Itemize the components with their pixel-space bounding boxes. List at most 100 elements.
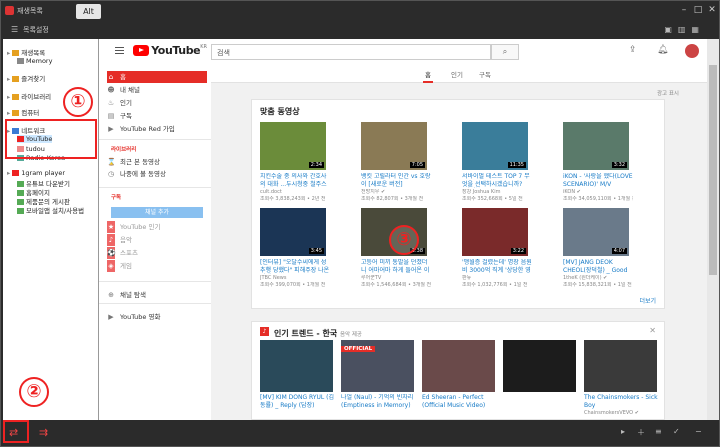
minus-icon[interactable]: − — [695, 427, 702, 436]
menu-icon[interactable] — [115, 47, 124, 54]
nav-item-2[interactable]: ♨ 인기 — [107, 97, 132, 109]
nav-item-label: YouTube Red 가입 — [120, 125, 175, 133]
library-item-0[interactable]: ⌛ 최근 본 동영상 — [107, 156, 160, 168]
video-channel[interactable]: iKON ✔ — [563, 189, 633, 195]
nav-item-3[interactable]: ▤ 구독 — [107, 110, 132, 122]
scrollbar-thumb[interactable] — [709, 65, 717, 275]
subscription-item-1[interactable]: ♪ 음악 — [107, 234, 132, 246]
nav-item-0[interactable]: ⌂ 홈 — [107, 71, 207, 83]
search-button[interactable]: ⌕ — [491, 44, 519, 60]
video-title[interactable]: 치킨수술 중 의사와 간호사의 대화 ...두시청중 철주스 베스 ... — [260, 173, 330, 188]
trending-title[interactable] — [503, 394, 579, 409]
add-icon[interactable]: ＋ — [637, 427, 645, 438]
tree-item-4[interactable]: ▸ 컴퓨터 — [7, 107, 39, 117]
video-title[interactable]: 서바이벌 테스트 TOP 7 무엇을 선택하시겠습니까? [머리분은... — [462, 173, 532, 188]
video-thumbnail[interactable]: 3:22 — [462, 208, 528, 256]
trending-title[interactable]: 나얼 (Naul) - 기억의 빈자리 (Emptiness in Memory… — [341, 394, 417, 409]
check-icon[interactable]: ✓ — [673, 427, 680, 436]
subscription-item-0[interactable]: ★ YouTube 인기 — [107, 221, 160, 233]
nav-item-label: 내 채널 — [120, 86, 141, 94]
video-thumbnail[interactable]: 3:45 — [260, 208, 326, 256]
annotation-box-2 — [3, 420, 29, 443]
video-channel[interactable]: 장강 Joshua Kim — [462, 189, 532, 195]
trending-thumbnail[interactable] — [584, 340, 657, 392]
video-thumbnail[interactable]: 11:35 — [462, 122, 528, 170]
tree-item-3[interactable]: ▸ 라이브러리 — [7, 91, 51, 101]
playlist-icon[interactable]: ≡ — [655, 427, 662, 436]
annotation-circle-1: ① — [63, 87, 93, 117]
tab-home[interactable]: 홈 — [425, 69, 431, 79]
video-thumbnail[interactable]: 7:05 — [361, 122, 427, 170]
youtube-red-icon: ▶ — [108, 125, 114, 133]
subscription-item-3[interactable]: ◈ 게임 — [107, 260, 132, 272]
search-input[interactable]: 검색 — [211, 44, 491, 60]
nav-item-4[interactable]: ▶ YouTube Red 가입 — [107, 123, 175, 135]
recommended-shelf: 맞춤 동영상 더보기 2:34 치킨수술 중 의사와 간호사의 대화 ...두시청… — [251, 99, 665, 309]
minimize-icon[interactable]: – — [677, 4, 691, 16]
scrollbar[interactable] — [707, 39, 719, 420]
trending-title[interactable]: The Chainsmokers - Sick Boy — [584, 394, 660, 409]
bell-icon[interactable]: 🔔︎ — [657, 45, 668, 55]
maximize-icon[interactable]: □ — [691, 4, 705, 16]
expand-icon[interactable]: ▸ — [7, 93, 10, 101]
video-channel[interactable]: 판뉴 — [462, 275, 532, 281]
video-title[interactable]: iKON - '사랑을 했다(LOVE SCENARIO)' M/V — [563, 173, 633, 188]
more-link[interactable]: 더보기 — [639, 296, 656, 305]
video-title[interactable]: [MV] JANG DEOK CHEOL(장덕철) _ Good old day… — [563, 259, 633, 274]
tab-trending[interactable]: 인기 — [451, 69, 463, 79]
close-icon[interactable]: ✕ — [705, 4, 719, 16]
video-meta: 조회수 15,838,321회 • 1일 전 — [563, 282, 632, 288]
close-icon[interactable]: ✕ — [649, 326, 656, 335]
upload-icon[interactable]: ⇪ — [629, 45, 637, 55]
trending-thumbnail[interactable] — [260, 340, 333, 392]
video-meta: 조회수 1,032,776회 • 1일 전 — [462, 282, 528, 288]
youtube-logo[interactable]: YouTubeKR — [133, 44, 207, 58]
active-tab-indicator — [423, 81, 433, 83]
video-title[interactable]: 뱅킷 고릴라터 인간 vs 호랑이 [새로운 버전] — [361, 173, 431, 188]
library-item-label: 나중에 볼 동영상 — [120, 170, 166, 178]
tree-item-13[interactable]: 모바일앱 설치/사용법 — [17, 205, 84, 215]
tree-item-9[interactable]: ▸ 1gram player — [7, 169, 65, 177]
trending-channel[interactable]: ChainsmokersVEVO ✔ — [584, 410, 654, 416]
expand-icon[interactable]: ▸ — [7, 75, 10, 83]
video-channel[interactable]: JTBC News — [260, 275, 330, 281]
tree-item-0[interactable]: ▸ 재생목록 — [7, 47, 45, 57]
trending-thumbnail[interactable] — [503, 340, 576, 392]
shuffle-icon[interactable]: ⇉ — [39, 426, 48, 439]
video-channel[interactable]: 전방지우 ✔ — [361, 189, 431, 195]
trending-thumbnail[interactable]: OFFICIAL — [341, 340, 414, 392]
youtube-movies-item[interactable]: ▶ YouTube 영화 — [107, 311, 160, 323]
video-channel[interactable]: 루어꾼TV — [361, 275, 431, 281]
expand-icon[interactable]: ▸ — [7, 109, 10, 117]
library-item-1[interactable]: ◷ 나중에 볼 동영상 — [107, 168, 166, 180]
expand-icon[interactable]: ▸ — [7, 49, 10, 57]
list-settings-button[interactable]: 목록설정 — [23, 25, 49, 35]
list-icon[interactable]: ☰ — [11, 25, 18, 34]
trending-thumbnail[interactable] — [422, 340, 495, 392]
avatar[interactable] — [685, 44, 699, 58]
tab-subscriptions[interactable]: 구독 — [479, 69, 491, 79]
tree-item-1[interactable]: Memory — [17, 57, 52, 65]
subscription-label: 음악 — [120, 236, 132, 244]
toolbar-icons[interactable]: ▣▥▦ — [664, 25, 705, 34]
tree-item-2[interactable]: ▸ 즐겨찾기 — [7, 73, 45, 83]
subscription-item-2[interactable]: ⚽ 스포츠 — [107, 247, 138, 259]
video-channel[interactable]: cult.doct — [260, 189, 330, 195]
add-channel-button[interactable]: 채널 추가 — [111, 207, 203, 218]
trending-title[interactable]: Ed Sheeran - Perfect (Official Music Vid… — [422, 394, 498, 409]
nav-item-1[interactable]: ☻ 내 채널 — [107, 84, 140, 96]
video-thumbnail[interactable]: 3:32 — [563, 122, 629, 170]
video-thumbnail[interactable]: 2:34 — [260, 122, 326, 170]
expand-icon[interactable]: ▸ — [7, 169, 10, 177]
trending-title[interactable]: [MV] KIM DONG RYUL (김동률) _ Reply (답장) — [260, 394, 336, 409]
channel-icon: ◈ — [107, 260, 115, 272]
browse-channels-item[interactable]: ⊕ 채널 탐색 — [107, 289, 146, 301]
video-channel[interactable]: 1theK (원더케이) ✔ — [563, 275, 633, 281]
video-title[interactable]: 고등어 미끼 통발을 던졌더니 어마어마 하게 들어온 이것들... — [361, 259, 431, 274]
video-title[interactable]: '맹월증 걸렸는데' 명장 음원비 3000억 직계 '상당한 영수증'... — [462, 259, 532, 274]
video-thumbnail[interactable]: 4:07 — [563, 208, 629, 256]
play-icon[interactable]: ▸ — [621, 427, 625, 436]
ad-label[interactable]: 광고 표시 — [657, 89, 679, 97]
video-title[interactable]: [인터뷰] "오달수씨에게 성추행 당했다" 피해주장 나온 여배우... — [260, 259, 330, 274]
video-meta: 조회수 34,059,110회 • 1개월 전 — [563, 196, 633, 202]
